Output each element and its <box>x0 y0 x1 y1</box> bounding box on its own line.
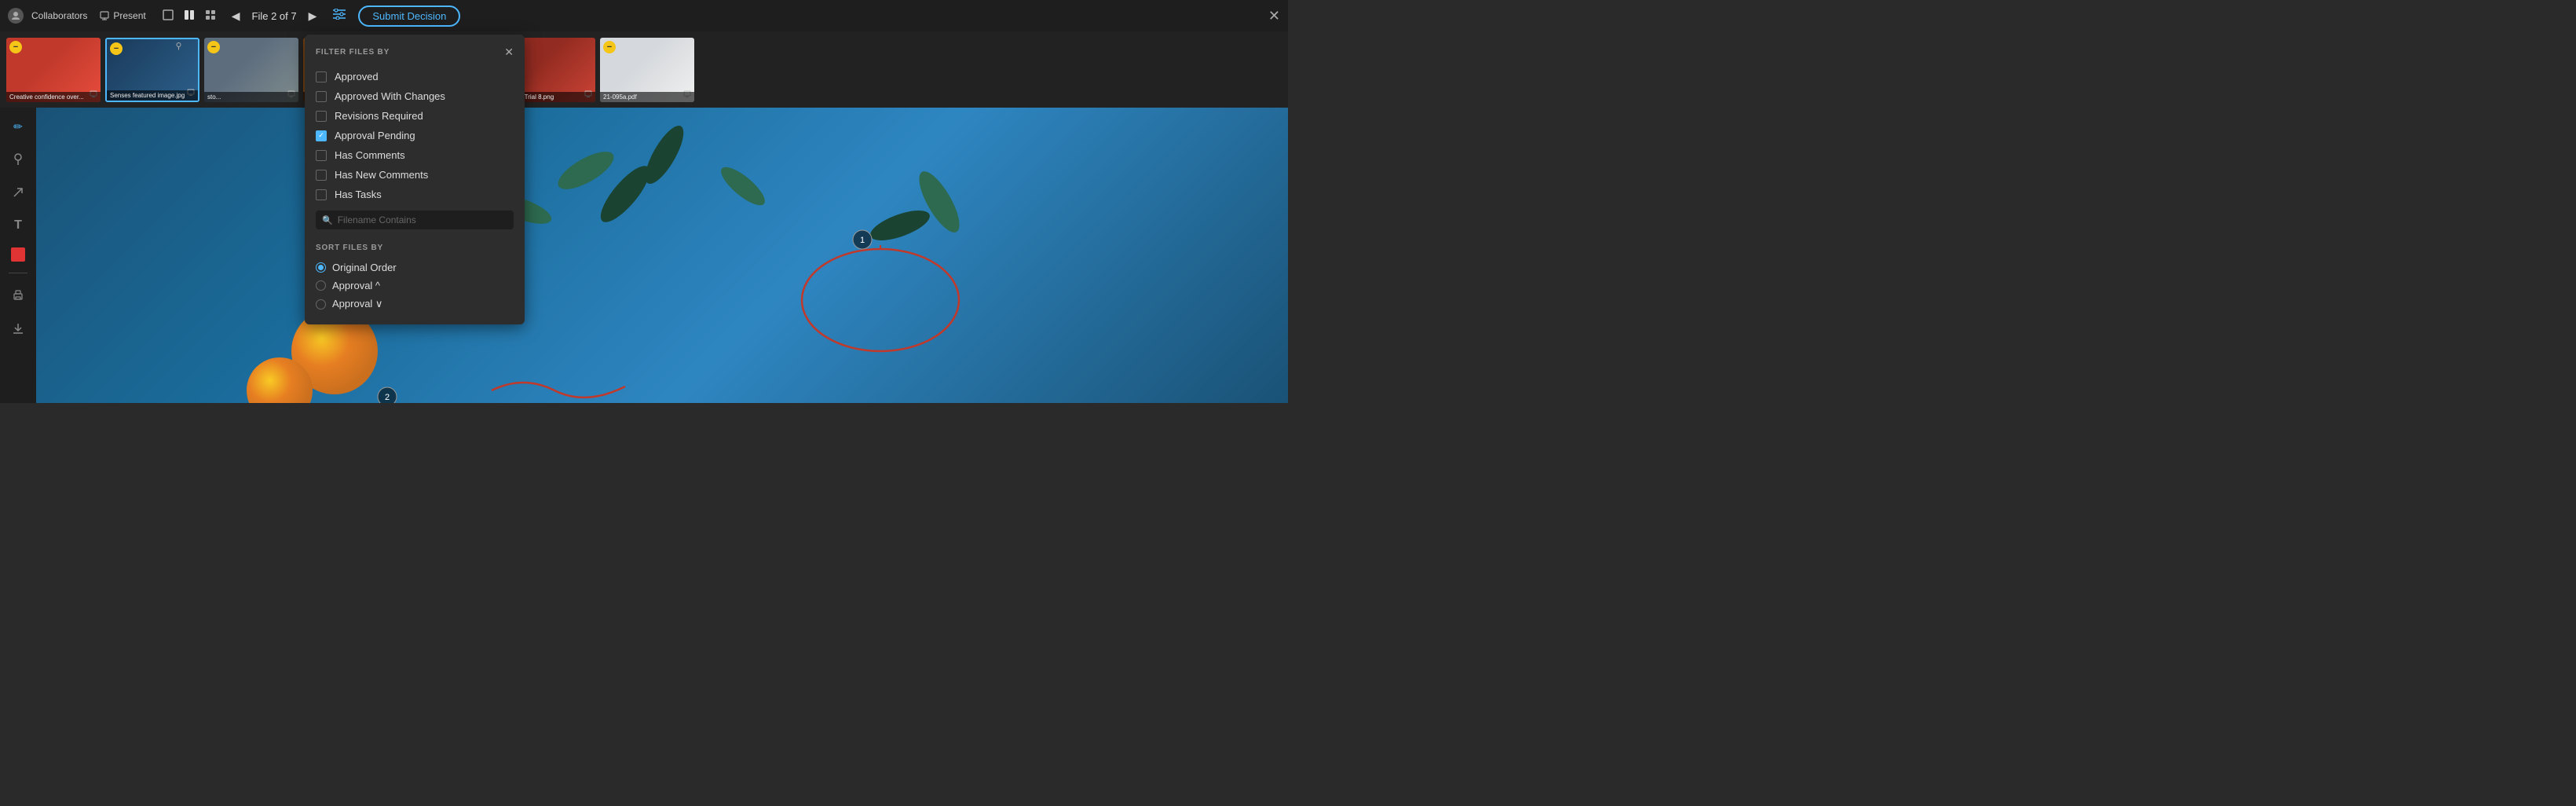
present-icon <box>100 11 109 20</box>
thumbnail-item[interactable]: − Senses featured image.jpg <box>105 38 199 102</box>
canvas-image: 1 2 <box>36 108 1288 403</box>
topbar-right: ✕ <box>1268 8 1280 24</box>
collaborators-label: Collaborators <box>31 10 87 21</box>
view-single-button[interactable] <box>159 7 177 25</box>
view-grid2-button[interactable] <box>180 7 199 25</box>
arrow-icon[interactable] <box>7 181 29 203</box>
filter-item[interactable]: Has New Comments <box>305 165 525 185</box>
thumbnail-strip: − Creative confidence over... − Senses feat… <box>0 31 1288 108</box>
filter-panel-title: FILTER FILES BY <box>316 48 390 57</box>
sort-item-label: Original Order <box>332 262 397 273</box>
filter-item[interactable]: Has Tasks <box>305 185 525 204</box>
filter-header: FILTER FILES BY ✕ <box>305 46 525 67</box>
filename-search-input[interactable] <box>338 214 507 225</box>
filter-close-button[interactable]: ✕ <box>504 46 514 59</box>
file-nav-label: File 2 of 7 <box>252 10 297 22</box>
thumb-label: Creative confidence over... <box>6 92 101 102</box>
thumbnail-item[interactable]: − Creative confidence over... <box>6 38 101 102</box>
present-label: Present <box>113 10 145 21</box>
submit-decision-button[interactable]: Submit Decision <box>358 5 460 27</box>
text-icon[interactable]: T <box>7 214 29 236</box>
svg-text:1: 1 <box>860 236 865 245</box>
grid2-view-icon <box>184 9 195 20</box>
filter-item[interactable]: Approval Pending <box>305 126 525 145</box>
filter-checkbox[interactable] <box>316 170 327 181</box>
next-file-button[interactable]: ▶ <box>305 8 321 24</box>
sort-item-label: Approval ^ <box>332 280 380 291</box>
thumb-minus-button[interactable]: − <box>9 41 22 53</box>
avatar-icon <box>8 8 24 24</box>
filter-item-label: Has Comments <box>335 149 405 161</box>
present-button[interactable]: Present <box>95 8 150 24</box>
sort-radio[interactable] <box>316 299 326 310</box>
sort-section: SORT FILES BY Original Order Approval ^ Ap… <box>305 236 525 313</box>
left-sidebar: ✏ T <box>0 108 36 403</box>
download-icon[interactable] <box>7 317 29 339</box>
svg-text:2: 2 <box>385 393 390 402</box>
thumbnail-item[interactable]: − sto... <box>204 38 298 102</box>
thumb-label: Senses featured image.jpg <box>107 90 198 101</box>
thumb-label: 21-095a.pdf <box>600 92 694 102</box>
topbar: Collaborators Present <box>0 0 1288 31</box>
printer-icon[interactable] <box>7 284 29 306</box>
filter-checkbox[interactable] <box>316 189 327 200</box>
main-canvas: 1 2 <box>36 108 1288 403</box>
sort-radio[interactable] <box>316 262 326 273</box>
view-grid4-button[interactable] <box>201 7 220 25</box>
topbar-left: Collaborators Present <box>8 5 460 27</box>
color-swatch[interactable] <box>11 247 25 262</box>
thumb-pin-icon <box>175 42 182 53</box>
filter-item[interactable]: Revisions Required <box>305 106 525 126</box>
thumb-minus-button[interactable]: − <box>207 41 220 53</box>
filter-item-label: Revisions Required <box>335 110 423 122</box>
filter-checkbox[interactable] <box>316 111 327 122</box>
sort-item[interactable]: Original Order <box>316 258 514 277</box>
pencil-icon[interactable]: ✏ <box>7 115 29 137</box>
filter-item[interactable]: Approved <box>305 67 525 86</box>
view-mode-buttons <box>159 7 220 25</box>
filter-icon <box>332 9 346 20</box>
sort-items-list: Original Order Approval ^ Approval ∨ <box>316 258 514 313</box>
canvas-overlay: 1 2 <box>36 108 1288 403</box>
sort-item-label: Approval ∨ <box>332 298 382 310</box>
thumb-minus-button[interactable]: − <box>603 41 616 53</box>
filter-item[interactable]: Has Comments <box>305 145 525 165</box>
filter-item-label: Approved <box>335 71 379 82</box>
filter-item-label: Approved With Changes <box>335 90 445 102</box>
prev-file-button[interactable]: ◀ <box>228 8 244 24</box>
filter-checkbox[interactable] <box>316 150 327 161</box>
search-icon: 🔍 <box>322 215 333 225</box>
single-view-icon <box>163 9 174 20</box>
filter-item[interactable]: Approved With Changes <box>305 86 525 106</box>
pin-icon[interactable] <box>7 148 29 170</box>
sort-radio[interactable] <box>316 280 326 291</box>
thumb-minus-button[interactable]: − <box>110 42 123 55</box>
filter-checkbox[interactable] <box>316 91 327 102</box>
sort-item[interactable]: Approval ∨ <box>316 295 514 313</box>
grid4-view-icon <box>205 9 216 20</box>
thumb-label: sto... <box>204 92 298 102</box>
filter-item-label: Approval Pending <box>335 130 415 141</box>
sort-item[interactable]: Approval ^ <box>316 277 514 295</box>
filter-dropdown: FILTER FILES BY ✕ Approved Approved With … <box>305 35 525 324</box>
filter-item-label: Has Tasks <box>335 189 382 200</box>
filter-button[interactable] <box>328 7 350 25</box>
filename-search: 🔍 <box>316 211 514 229</box>
thumbnail-item[interactable]: − 21-095a.pdf <box>600 38 694 102</box>
filter-checkbox[interactable] <box>316 71 327 82</box>
filter-checkbox[interactable] <box>316 130 327 141</box>
sort-title: SORT FILES BY <box>316 244 514 252</box>
filter-items-list: Approved Approved With Changes Revisions R… <box>305 67 525 204</box>
close-button[interactable]: ✕ <box>1268 8 1280 24</box>
filter-item-label: Has New Comments <box>335 169 428 181</box>
